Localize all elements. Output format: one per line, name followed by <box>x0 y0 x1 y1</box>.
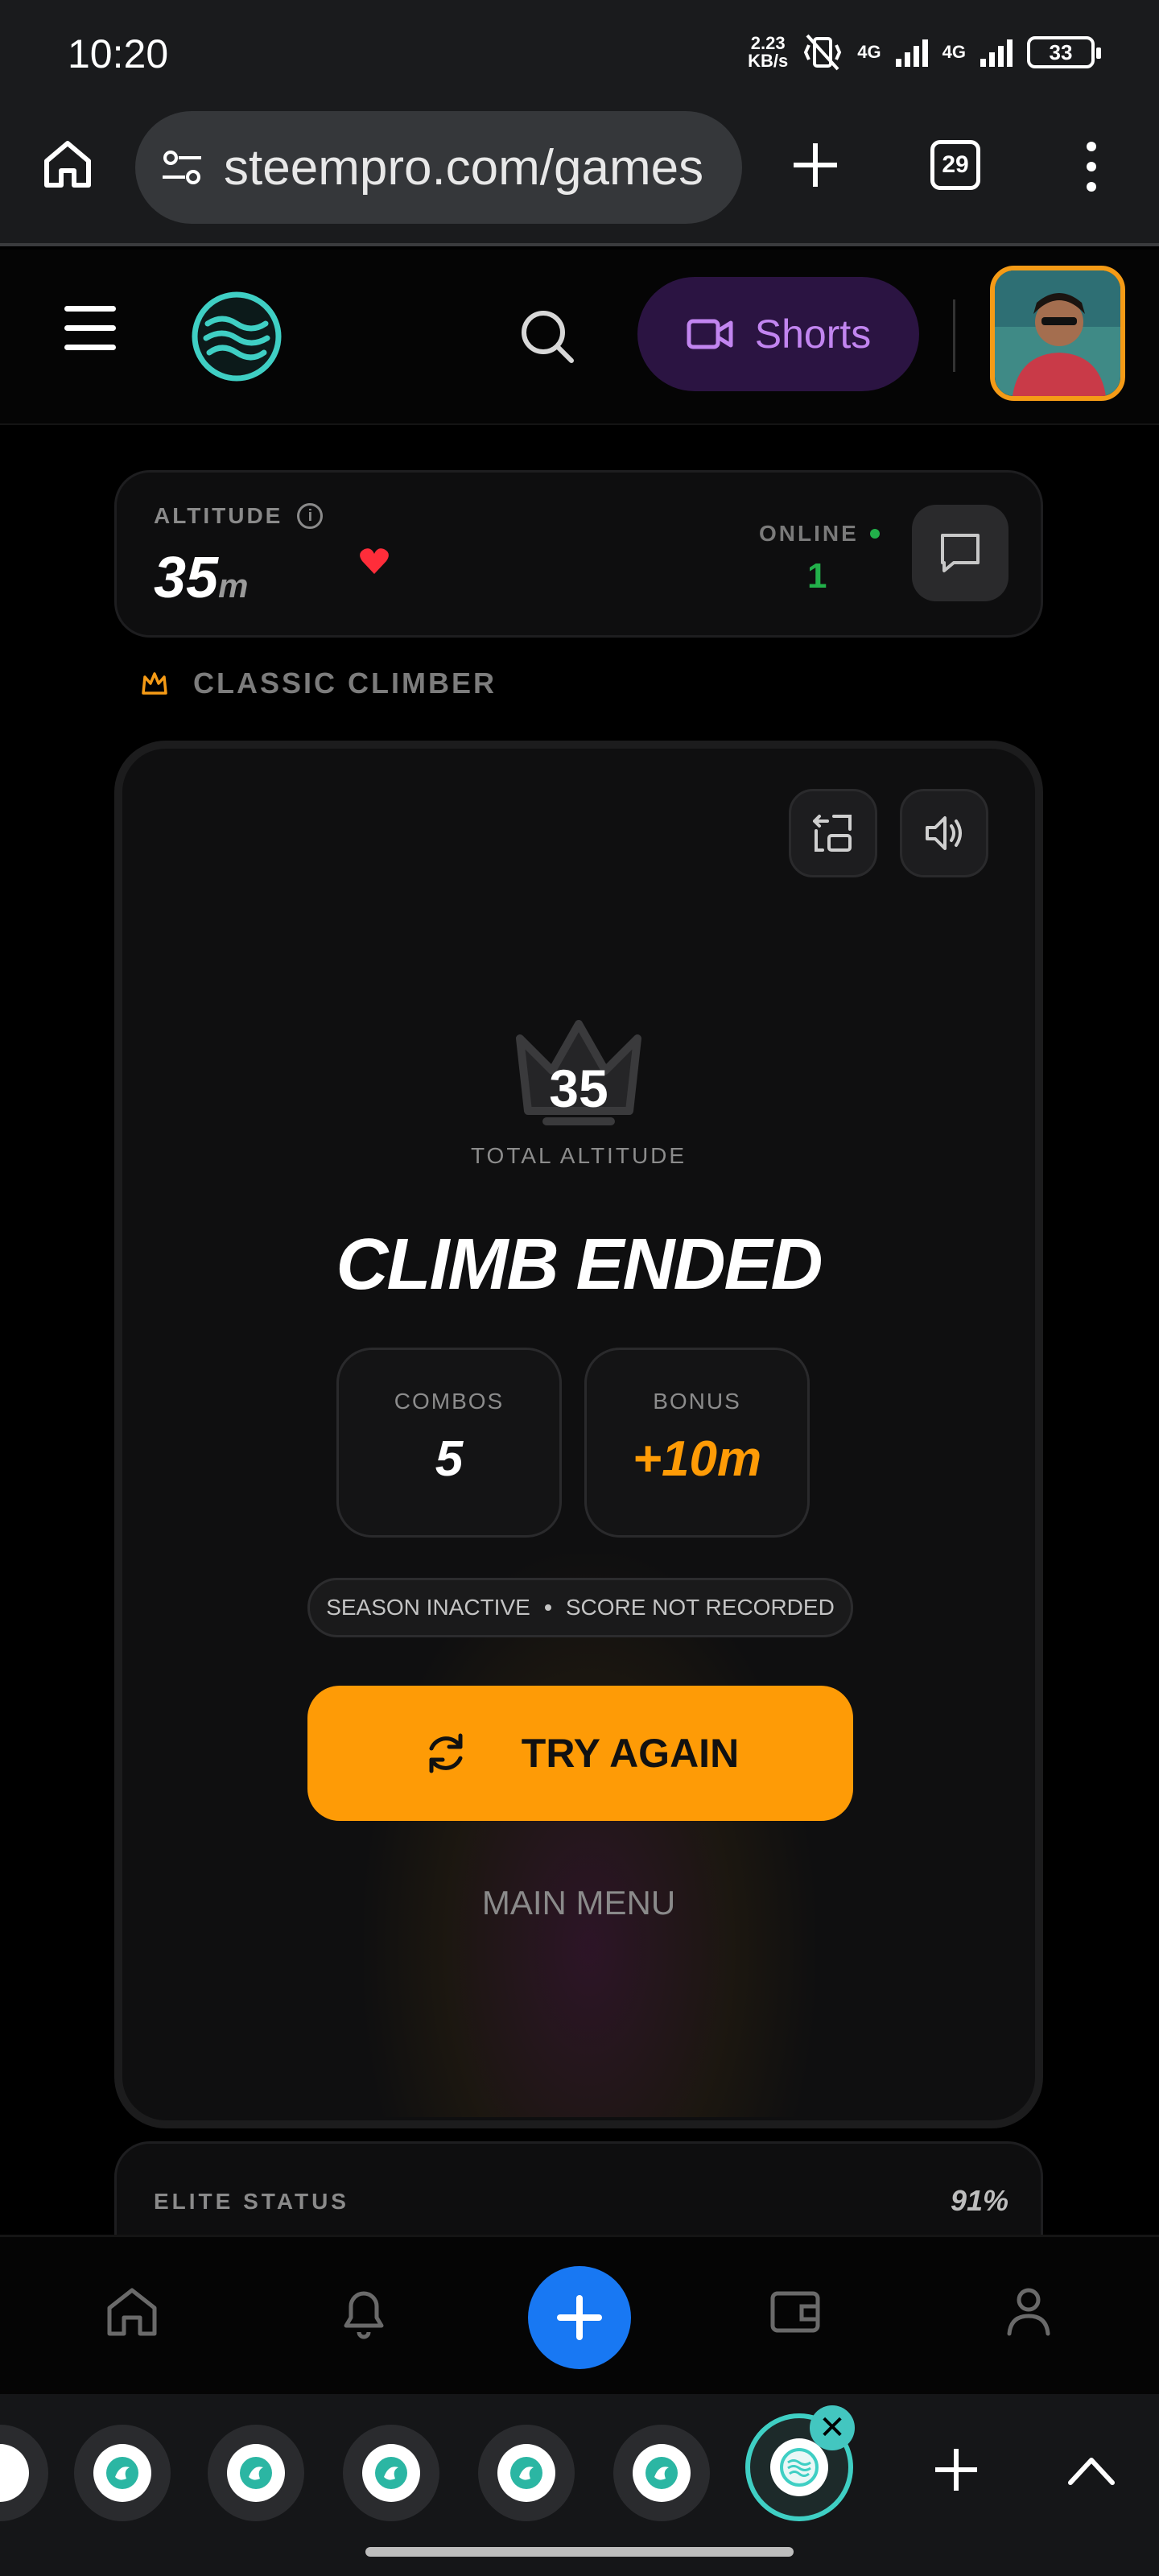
browser-toolbar: steempro.com/games 29 <box>0 105 1159 246</box>
score-status: SCORE NOT RECORDED <box>565 1595 835 1620</box>
tab-bubble[interactable] <box>208 2425 304 2521</box>
combos-stat: COMBOS 5 <box>336 1348 562 1538</box>
network-speed-unit: KB/s <box>748 51 789 71</box>
season-notice: SEASON INACTIVE SCORE NOT RECORDED <box>307 1578 853 1637</box>
create-post-button[interactable] <box>528 2266 631 2369</box>
try-again-label: TRY AGAIN <box>521 1731 740 1776</box>
background-glow <box>364 1554 815 2117</box>
game-over-title: CLIMB ENDED <box>336 1224 823 1305</box>
try-again-button[interactable]: TRY AGAIN <box>307 1686 853 1821</box>
steempro-logo-icon[interactable] <box>190 290 283 383</box>
new-tab-icon[interactable] <box>787 137 843 193</box>
total-altitude-label: TOTAL ALTITUDE <box>470 1143 687 1168</box>
header-divider <box>953 299 955 372</box>
crown-small-icon <box>142 672 167 695</box>
shorts-label: Shorts <box>754 312 872 357</box>
online-count: 1 <box>807 556 827 596</box>
tab-bubble[interactable] <box>478 2425 575 2521</box>
swap-icon <box>813 815 852 852</box>
combos-label: COMBOS <box>394 1389 505 1414</box>
status-time: 10:20 <box>68 31 169 76</box>
wallet-icon[interactable] <box>763 2279 827 2343</box>
plus-icon <box>557 2295 602 2340</box>
gesture-home-indicator[interactable] <box>365 2547 794 2557</box>
url-text[interactable]: steempro.com/games <box>224 139 703 196</box>
signal-icon <box>895 38 928 67</box>
notice-separator <box>544 1604 551 1611</box>
browser-tab-strip: ✕ <box>0 2394 1159 2576</box>
tab-bubble[interactable] <box>343 2425 439 2521</box>
steem-tab-icon <box>633 2444 691 2502</box>
season-status: SEASON INACTIVE <box>326 1595 530 1620</box>
site-header: Shorts <box>0 250 1159 425</box>
bell-icon[interactable] <box>332 2279 396 2343</box>
combos-value: 5 <box>435 1431 464 1487</box>
search-icon[interactable] <box>517 306 578 367</box>
steem-tab-icon <box>93 2444 151 2502</box>
steem-tab-icon <box>497 2444 555 2502</box>
tab-bubble[interactable] <box>74 2425 171 2521</box>
menu-icon[interactable] <box>64 306 116 354</box>
volume-icon <box>926 816 962 850</box>
altitude-label: ALTITUDE <box>154 503 283 528</box>
bonus-stat: BONUS +10m <box>584 1348 810 1538</box>
video-camera-icon <box>687 319 733 349</box>
network-speed: 2.23 KB/s <box>748 35 788 70</box>
elite-status-percent: 91% <box>950 2184 1008 2217</box>
refresh-icon <box>429 1733 463 1773</box>
altitude-value: 35 <box>154 546 219 610</box>
game-mode-label: CLASSIC CLIMBER <box>193 667 497 700</box>
game-panel: 35 TOTAL ALTITUDE CLIMB ENDED COMBOS 5 B… <box>114 741 1043 2128</box>
vibrate-muted-icon <box>804 34 842 71</box>
tab-bubble[interactable] <box>613 2425 710 2521</box>
game-mode-row: CLASSIC CLIMBER <box>140 667 497 700</box>
add-tab-icon[interactable] <box>927 2441 985 2499</box>
sound-button[interactable] <box>900 789 988 877</box>
network-type-1: 4G <box>857 42 881 62</box>
browser-home-icon[interactable] <box>39 135 97 193</box>
steem-tab-icon <box>362 2444 420 2502</box>
user-avatar[interactable] <box>990 266 1125 401</box>
altitude-value-row: 35m <box>154 545 248 611</box>
battery-icon: 33 <box>1027 36 1101 68</box>
site-settings-icon[interactable] <box>158 143 206 192</box>
online-label: ONLINE <box>759 521 859 546</box>
steem-tab-icon <box>0 2444 29 2502</box>
signal-icon-2 <box>980 38 1013 67</box>
chevron-up-icon[interactable] <box>1062 2449 1120 2491</box>
bonus-value: +10m <box>632 1431 762 1487</box>
altitude-card: ALTITUDE i 35m ONLINE 1 <box>114 470 1043 638</box>
status-bar: 10:20 2.23 KB/s 4G 4G 33 <box>0 0 1159 105</box>
more-vert-icon[interactable] <box>1075 138 1107 195</box>
bonus-label: BONUS <box>653 1389 741 1414</box>
info-icon[interactable]: i <box>297 503 324 529</box>
altitude-label-row: ALTITUDE i <box>154 503 324 529</box>
steem-tab-icon <box>227 2444 285 2502</box>
heart-icon <box>360 548 389 574</box>
swap-layout-button[interactable] <box>789 789 877 877</box>
altitude-unit: m <box>218 567 249 605</box>
online-label-row: ONLINE <box>759 521 880 547</box>
tab-switcher-button[interactable]: 29 <box>930 140 980 190</box>
chat-icon <box>941 534 980 572</box>
total-altitude-value: 35 <box>549 1059 608 1118</box>
tab-bubble[interactable] <box>0 2425 48 2521</box>
status-indicators: 2.23 KB/s 4G 4G 33 <box>748 32 1101 72</box>
network-speed-value: 2.23 <box>750 33 786 53</box>
online-dot <box>869 529 880 539</box>
bottom-navigation <box>0 2235 1159 2394</box>
steempro-active-tab-icon <box>770 2438 828 2496</box>
main-menu-link[interactable]: MAIN MENU <box>122 1884 1035 1922</box>
shorts-button[interactable]: Shorts <box>637 277 919 391</box>
avatar-image <box>995 270 1120 396</box>
address-bar[interactable]: steempro.com/games <box>135 111 742 224</box>
user-icon[interactable] <box>996 2279 1061 2343</box>
close-tab-icon[interactable]: ✕ <box>810 2405 855 2450</box>
elite-status-label: ELITE STATUS <box>154 2189 349 2214</box>
chat-button[interactable] <box>912 505 1008 601</box>
home-icon[interactable] <box>100 2279 164 2343</box>
network-type-2: 4G <box>942 42 966 62</box>
